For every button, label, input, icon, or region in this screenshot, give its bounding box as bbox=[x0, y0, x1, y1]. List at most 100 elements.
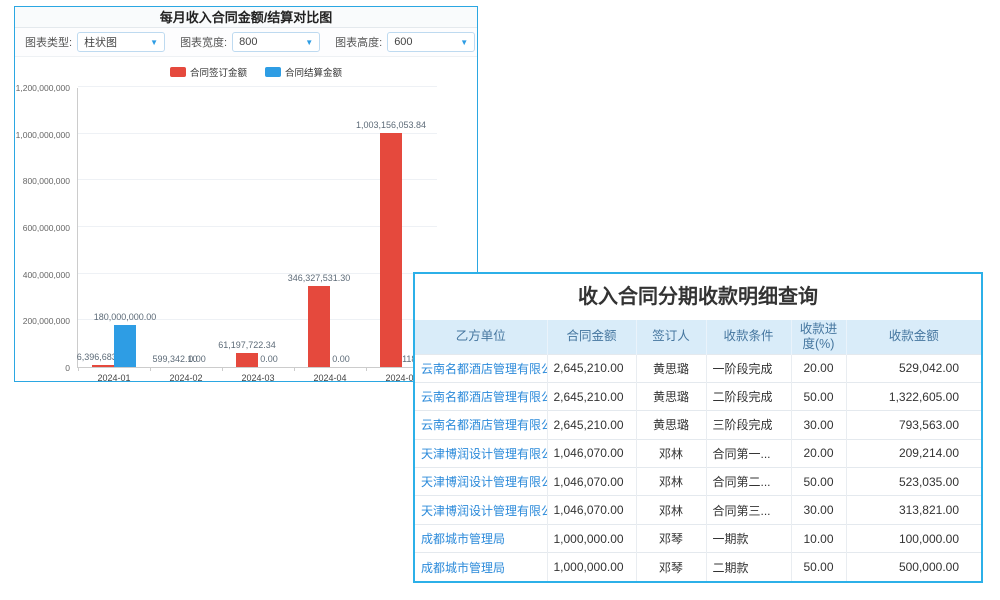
cell-1: 2,645,210.00 bbox=[547, 411, 636, 439]
cell-4: 20.00 bbox=[791, 439, 846, 467]
cell-5: 1,322,605.00 bbox=[846, 382, 981, 410]
cell-3: 一期款 bbox=[706, 524, 791, 552]
cell-0: 天津博润设计管理有限公司 bbox=[415, 496, 547, 524]
cell-1: 2,645,210.00 bbox=[547, 382, 636, 410]
bar-value-label: 0.00 bbox=[188, 354, 206, 364]
x-axis-tick bbox=[78, 367, 79, 371]
company-link[interactable]: 成都城市管理局 bbox=[421, 561, 505, 575]
cell-5: 500,000.00 bbox=[846, 553, 981, 581]
y-axis-label: 600,000,000 bbox=[0, 223, 70, 233]
chart-height-value: 600 bbox=[394, 36, 412, 48]
table-row[interactable]: 天津博润设计管理有限公司1,046,070.00邓林合同第一...20.0020… bbox=[415, 439, 981, 467]
company-link[interactable]: 云南名都酒店管理有限公司 bbox=[421, 390, 547, 404]
chart-width-label: 图表宽度: bbox=[180, 34, 227, 50]
company-link[interactable]: 成都城市管理局 bbox=[421, 532, 505, 546]
company-link[interactable]: 天津博润设计管理有限公司 bbox=[421, 447, 547, 461]
table-body: 云南名都酒店管理有限公司2,645,210.00黄思璐一阶段完成20.00529… bbox=[415, 354, 981, 581]
cell-1: 2,645,210.00 bbox=[547, 354, 636, 382]
cell-5: 529,042.00 bbox=[846, 354, 981, 382]
legend-swatch-blue bbox=[265, 67, 281, 77]
company-link[interactable]: 天津博润设计管理有限公司 bbox=[421, 475, 547, 489]
cell-2: 邓琴 bbox=[636, 553, 706, 581]
bar-signed-2024-05 bbox=[380, 133, 402, 367]
y-axis-label: 1,200,000,000 bbox=[0, 83, 70, 93]
chevron-down-icon: ▼ bbox=[150, 38, 158, 47]
cell-4: 10.00 bbox=[791, 524, 846, 552]
chevron-down-icon: ▼ bbox=[305, 38, 313, 47]
table-header: 乙方单位合同金额签订人收款条件收款进度(%)收款金额 bbox=[415, 320, 981, 354]
x-axis-tick bbox=[222, 367, 223, 371]
table-row[interactable]: 云南名都酒店管理有限公司2,645,210.00黄思璐三阶段完成30.00793… bbox=[415, 411, 981, 439]
cell-0: 成都城市管理局 bbox=[415, 524, 547, 552]
legend-item-signed-amount[interactable]: 合同签订金额 bbox=[170, 65, 247, 79]
table-row[interactable]: 天津博润设计管理有限公司1,046,070.00邓林合同第二...50.0052… bbox=[415, 468, 981, 496]
column-header-5: 收款金额 bbox=[846, 320, 981, 354]
column-header-3: 收款条件 bbox=[706, 320, 791, 354]
chart-toolbar: 图表类型: 柱状图 ▼ 图表宽度: 800 ▼ 图表高度: 600 ▼ bbox=[15, 28, 477, 57]
cell-2: 邓林 bbox=[636, 496, 706, 524]
table-row[interactable]: 云南名都酒店管理有限公司2,645,210.00黄思璐一阶段完成20.00529… bbox=[415, 354, 981, 382]
chevron-down-icon: ▼ bbox=[460, 38, 468, 47]
bar-value-label: 0.00 bbox=[332, 354, 350, 364]
legend-label-signed: 合同签订金额 bbox=[190, 65, 247, 79]
cell-0: 云南名都酒店管理有限公司 bbox=[415, 382, 547, 410]
cell-2: 黄思璐 bbox=[636, 382, 706, 410]
cell-2: 邓琴 bbox=[636, 524, 706, 552]
cell-3: 二阶段完成 bbox=[706, 382, 791, 410]
cell-0: 天津博润设计管理有限公司 bbox=[415, 468, 547, 496]
bar-value-label: 0.00 bbox=[260, 354, 278, 364]
chart-width-value: 800 bbox=[239, 36, 257, 48]
cell-2: 黄思璐 bbox=[636, 354, 706, 382]
table-header-row: 乙方单位合同金额签订人收款条件收款进度(%)收款金额 bbox=[415, 320, 981, 354]
cell-0: 云南名都酒店管理有限公司 bbox=[415, 354, 547, 382]
cell-4: 30.00 bbox=[791, 496, 846, 524]
cell-4: 50.00 bbox=[791, 382, 846, 410]
bar-signed-2024-01 bbox=[92, 365, 114, 367]
bar-settled-2024-01 bbox=[114, 325, 136, 367]
x-axis-label: 2024-04 bbox=[313, 373, 346, 383]
cell-3: 合同第二... bbox=[706, 468, 791, 496]
cell-3: 三阶段完成 bbox=[706, 411, 791, 439]
cell-4: 20.00 bbox=[791, 354, 846, 382]
legend-swatch-red bbox=[170, 67, 186, 77]
column-header-4: 收款进度(%) bbox=[791, 320, 846, 354]
company-link[interactable]: 天津博润设计管理有限公司 bbox=[421, 504, 547, 518]
legend-label-settled: 合同结算金额 bbox=[285, 65, 342, 79]
table-row[interactable]: 成都城市管理局1,000,000.00邓琴一期款10.00100,000.00 bbox=[415, 524, 981, 552]
cell-2: 黄思璐 bbox=[636, 411, 706, 439]
chart-type-value: 柱状图 bbox=[84, 34, 117, 50]
column-header-0: 乙方单位 bbox=[415, 320, 547, 354]
cell-5: 793,563.00 bbox=[846, 411, 981, 439]
company-link[interactable]: 云南名都酒店管理有限公司 bbox=[421, 418, 547, 432]
y-axis-label: 0 bbox=[0, 363, 70, 373]
chart-type-label: 图表类型: bbox=[25, 34, 72, 50]
table-row[interactable]: 云南名都酒店管理有限公司2,645,210.00黄思璐二阶段完成50.001,3… bbox=[415, 382, 981, 410]
cell-4: 50.00 bbox=[791, 468, 846, 496]
x-axis-label: 2024-03 bbox=[241, 373, 274, 383]
cell-3: 合同第三... bbox=[706, 496, 791, 524]
y-axis-label: 400,000,000 bbox=[0, 270, 70, 280]
chart-type-select[interactable]: 柱状图 ▼ bbox=[77, 32, 165, 52]
chart-window-title: 每月收入合同金额/结算对比图 bbox=[15, 7, 477, 28]
table-row[interactable]: 成都城市管理局1,000,000.00邓琴二期款50.00500,000.00 bbox=[415, 553, 981, 581]
x-axis-label: 2024-01 bbox=[97, 373, 130, 383]
chart-width-select[interactable]: 800 ▼ bbox=[232, 32, 320, 52]
cell-3: 合同第一... bbox=[706, 439, 791, 467]
x-axis-tick bbox=[150, 367, 151, 371]
x-axis-tick bbox=[366, 367, 367, 371]
bar-value-label: 180,000,000.00 bbox=[94, 312, 157, 322]
bar-value-label: 1,003,156,053.84 bbox=[356, 120, 426, 130]
table-row[interactable]: 天津博润设计管理有限公司1,046,070.00邓林合同第三...30.0031… bbox=[415, 496, 981, 524]
cell-5: 209,214.00 bbox=[846, 439, 981, 467]
chart-width-group: 图表宽度: 800 ▼ bbox=[180, 32, 320, 52]
chart-window: 每月收入合同金额/结算对比图 图表类型: 柱状图 ▼ 图表宽度: 800 ▼ 图… bbox=[14, 6, 478, 382]
cell-1: 1,000,000.00 bbox=[547, 524, 636, 552]
chart-height-select[interactable]: 600 ▼ bbox=[387, 32, 475, 52]
legend-item-settled-amount[interactable]: 合同结算金额 bbox=[265, 65, 342, 79]
company-link[interactable]: 云南名都酒店管理有限公司 bbox=[421, 362, 547, 376]
bar-value-label: 346,327,531.30 bbox=[288, 273, 351, 283]
column-header-1: 合同金额 bbox=[547, 320, 636, 354]
chart-height-label: 图表高度: bbox=[335, 34, 382, 50]
bar-signed-2024-04 bbox=[308, 286, 330, 367]
x-axis-label: 2024-02 bbox=[169, 373, 202, 383]
